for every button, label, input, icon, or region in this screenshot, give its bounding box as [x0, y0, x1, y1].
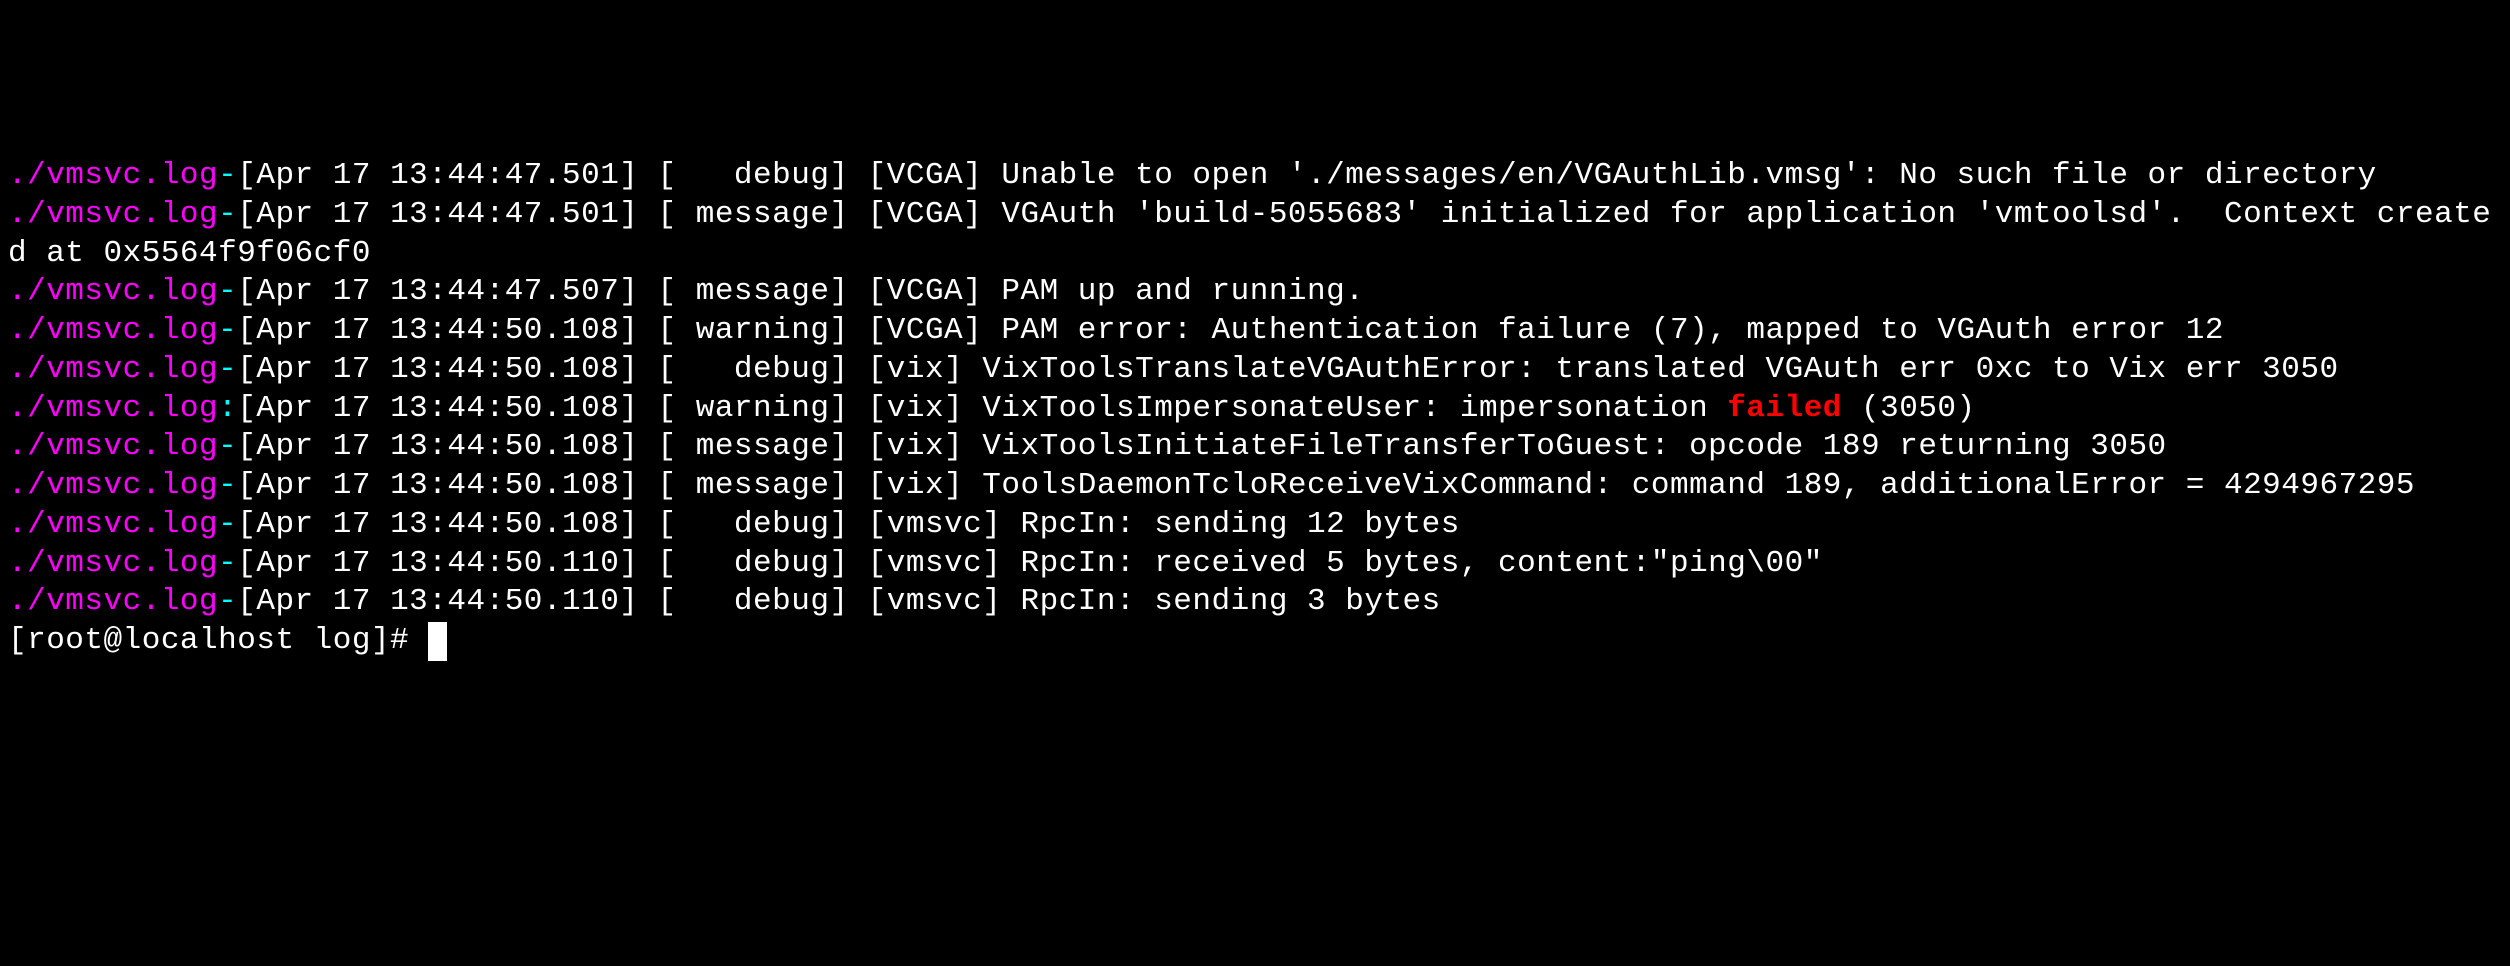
log-filename: ./vmsvc.log — [8, 352, 218, 387]
log-separator: : — [218, 391, 237, 426]
log-line: ./vmsvc.log-[Apr 17 13:44:50.108] [ warn… — [8, 312, 2502, 351]
log-text: [Apr 17 13:44:50.108] [ message] [vix] T… — [237, 468, 2415, 503]
log-line: ./vmsvc.log-[Apr 17 13:44:50.110] [ debu… — [8, 545, 2502, 584]
log-filename: ./vmsvc.log — [8, 158, 218, 193]
log-filename: ./vmsvc.log — [8, 313, 218, 348]
log-separator: - — [218, 468, 237, 503]
log-line: ./vmsvc.log-[Apr 17 13:44:50.108] [ debu… — [8, 351, 2502, 390]
log-failed-keyword: failed — [1727, 391, 1842, 426]
log-filename: ./vmsvc.log — [8, 429, 218, 464]
log-text: [Apr 17 13:44:50.108] [ warning] [VCGA] … — [237, 313, 2224, 348]
log-text: [Apr 17 13:44:50.108] [ debug] [vix] Vix… — [237, 352, 2338, 387]
log-filename: ./vmsvc.log — [8, 391, 218, 426]
log-separator: - — [218, 313, 237, 348]
log-text: [Apr 17 13:44:50.108] [ warning] [vix] V… — [237, 391, 1727, 426]
terminal-output[interactable]: ./vmsvc.log-[Apr 17 13:44:47.501] [ debu… — [8, 157, 2502, 661]
log-line: ./vmsvc.log-[Apr 17 13:44:47.507] [ mess… — [8, 273, 2502, 312]
log-line: ./vmsvc.log-[Apr 17 13:44:50.108] [ mess… — [8, 428, 2502, 467]
log-line: ./vmsvc.log:[Apr 17 13:44:50.108] [ warn… — [8, 390, 2502, 429]
log-filename: ./vmsvc.log — [8, 546, 218, 581]
log-line: ./vmsvc.log-[Apr 17 13:44:50.110] [ debu… — [8, 583, 2502, 622]
log-separator: - — [218, 197, 237, 232]
log-filename: ./vmsvc.log — [8, 274, 218, 309]
log-filename: ./vmsvc.log — [8, 197, 218, 232]
shell-prompt: [root@localhost log]# — [8, 623, 428, 658]
log-line: ./vmsvc.log-[Apr 17 13:44:50.108] [ debu… — [8, 506, 2502, 545]
log-text: [Apr 17 13:44:47.501] [ message] [VCGA] … — [8, 197, 2491, 271]
log-separator: - — [218, 507, 237, 542]
log-text: (3050) — [1842, 391, 1976, 426]
log-text: [Apr 17 13:44:50.110] [ debug] [vmsvc] R… — [237, 546, 1823, 581]
log-text: [Apr 17 13:44:50.108] [ message] [vix] V… — [237, 429, 2166, 464]
log-line: ./vmsvc.log-[Apr 17 13:44:50.108] [ mess… — [8, 467, 2502, 506]
log-line: ./vmsvc.log-[Apr 17 13:44:47.501] [ debu… — [8, 157, 2502, 196]
log-filename: ./vmsvc.log — [8, 468, 218, 503]
log-separator: - — [218, 546, 237, 581]
log-separator: - — [218, 158, 237, 193]
log-text: [Apr 17 13:44:50.110] [ debug] [vmsvc] R… — [237, 584, 1441, 619]
log-text: [Apr 17 13:44:47.501] [ debug] [VCGA] Un… — [237, 158, 2377, 193]
cursor-icon — [428, 622, 447, 661]
log-filename: ./vmsvc.log — [8, 507, 218, 542]
log-text: [Apr 17 13:44:47.507] [ message] [VCGA] … — [237, 274, 1364, 309]
log-separator: - — [218, 429, 237, 464]
shell-prompt-line[interactable]: [root@localhost log]# — [8, 622, 2502, 661]
log-separator: - — [218, 352, 237, 387]
log-separator: - — [218, 274, 237, 309]
log-line: ./vmsvc.log-[Apr 17 13:44:47.501] [ mess… — [8, 196, 2502, 274]
log-separator: - — [218, 584, 237, 619]
log-filename: ./vmsvc.log — [8, 584, 218, 619]
log-text: [Apr 17 13:44:50.108] [ debug] [vmsvc] R… — [237, 507, 1460, 542]
